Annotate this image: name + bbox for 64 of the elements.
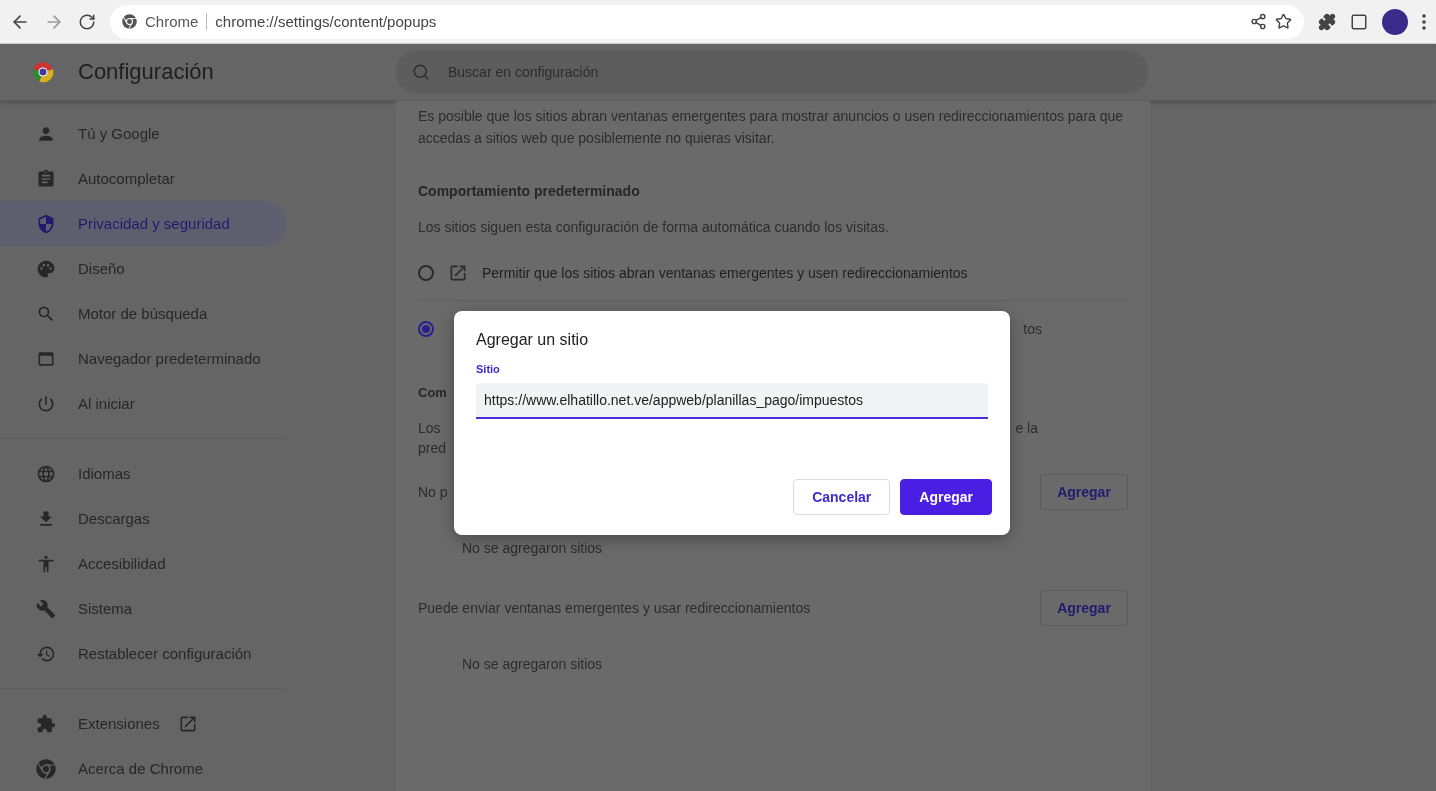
profile-avatar[interactable] xyxy=(1382,8,1408,35)
extensions-button[interactable] xyxy=(1318,12,1336,31)
empty-message: No se agregaron sitios xyxy=(461,540,604,556)
section-heading: Com xyxy=(418,385,447,400)
sidebar-item[interactable]: Acerca de Chrome xyxy=(0,746,286,791)
section-heading: Comportamiento predeterminado xyxy=(418,183,641,199)
chrome-icon xyxy=(122,14,137,30)
list-title: No p xyxy=(418,484,448,500)
chrome-icon xyxy=(36,758,56,779)
sidebar-item[interactable]: Al iniciar xyxy=(0,381,286,426)
section-description: Los sitios siguen esta configuración de forma automática cuando los visitas. xyxy=(418,219,890,235)
side-panel-icon xyxy=(1350,12,1368,31)
globe-icon xyxy=(36,463,56,484)
bookmark-button[interactable] xyxy=(1275,13,1292,31)
sidebar-item[interactable]: Descargas xyxy=(0,496,286,541)
side-panel-button[interactable] xyxy=(1350,12,1368,31)
address-bar[interactable]: Chrome chrome://settings/content/popups xyxy=(110,4,1304,39)
shield-icon xyxy=(36,213,56,234)
palette-icon xyxy=(36,258,56,279)
menu-button[interactable] xyxy=(1422,13,1426,30)
sidebar-item[interactable]: Tú y Google xyxy=(0,111,286,156)
field-label: Sitio xyxy=(476,363,501,375)
add-button[interactable]: Agregar xyxy=(1040,590,1128,626)
reload-icon xyxy=(78,12,96,31)
sidebar-item[interactable]: Motor de búsqueda xyxy=(0,291,286,336)
puzzle-icon xyxy=(1318,12,1336,31)
add-button[interactable]: Agregar xyxy=(1040,474,1128,510)
empty-message: No se agregaron sitios xyxy=(461,656,604,672)
option-label: tos xyxy=(1023,321,1042,337)
sidebar-item[interactable]: Privacidad y seguridad xyxy=(0,201,286,246)
dialog-title: Agregar un sitio xyxy=(476,331,590,349)
sidebar-item[interactable]: Autocompletar xyxy=(0,156,286,201)
section-description: Los xyxy=(418,419,442,438)
star-icon xyxy=(1275,13,1292,31)
accessibility-icon xyxy=(36,553,56,574)
page-title: Configuración xyxy=(78,59,214,86)
sidebar-item[interactable]: Restablecer configuración xyxy=(0,631,286,676)
puzzle-icon xyxy=(36,713,56,734)
sidebar-item[interactable]: Accesibilidad xyxy=(0,541,286,586)
chrome-logo-icon xyxy=(32,61,54,84)
site-label: Chrome xyxy=(145,13,208,31)
section-description: e la xyxy=(1015,419,1038,438)
cancel-button[interactable]: Cancelar xyxy=(793,479,891,515)
clipboard-icon xyxy=(36,168,56,189)
sidebar-item[interactable]: Sistema xyxy=(0,586,286,631)
url-text: chrome://settings/content/popups xyxy=(215,13,437,31)
more-menu-icon xyxy=(1422,13,1426,30)
intro-text: Es posible que los sitios abran ventanas emergentes para mostrar anuncios o usen redireccionamientos para que accedas a sitios web que posiblemente no quieras visitar. xyxy=(418,107,1125,148)
radio-button[interactable] xyxy=(418,321,434,337)
search-icon xyxy=(412,63,430,82)
radio-button[interactable] xyxy=(418,264,434,281)
option-label: Permitir que los sitios abran ventanas emergentes y usen redireccionamientos xyxy=(482,264,968,281)
sidebar-item[interactable]: Diseño xyxy=(0,246,286,291)
share-icon xyxy=(1250,13,1267,31)
wrench-icon xyxy=(36,598,56,619)
share-button[interactable] xyxy=(1250,13,1267,31)
sidebar-item[interactable]: Idiomas xyxy=(0,451,286,496)
section-description: pred xyxy=(418,439,447,458)
reload-button[interactable] xyxy=(78,12,96,31)
site-input-field[interactable]: https://www.elhatillo.net.ve/appweb/planillas_pago/impuestos xyxy=(476,383,988,419)
sidebar-item[interactable]: Navegador predeterminado xyxy=(0,336,286,381)
list-title: Puede enviar ventanas emergentes y usar redireccionamientos xyxy=(418,600,811,616)
sidebar-item[interactable]: Extensiones xyxy=(0,701,286,746)
add-button[interactable]: Agregar xyxy=(900,479,992,515)
